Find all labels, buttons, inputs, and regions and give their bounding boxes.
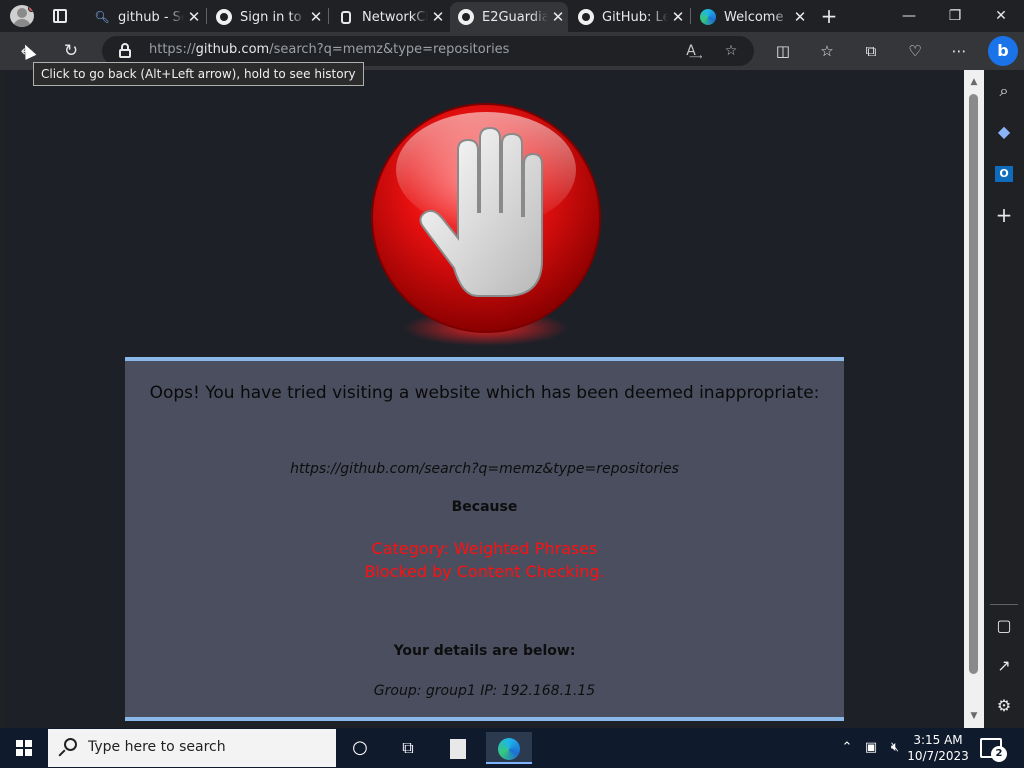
taskbar-clock[interactable]: 3:15 AM 10/7/2023 (904, 732, 972, 764)
github-icon (216, 9, 232, 25)
close-icon[interactable]: ✕ (184, 8, 204, 26)
collections-icon[interactable]: ⧉ (861, 41, 881, 61)
clock-time: 3:15 AM (913, 733, 963, 747)
volume-muted-icon[interactable]: 🔇︎ (884, 728, 906, 768)
add-sidebar-app-icon[interactable]: + (992, 203, 1016, 227)
tab-sign-in[interactable]: Sign in to GitHub ✕ (208, 2, 326, 32)
block-message-panel: Oops! You have tried visiting a website … (125, 357, 844, 721)
close-icon[interactable]: ✕ (668, 8, 688, 26)
file-explorer-icon[interactable] (438, 732, 478, 764)
refresh-button[interactable]: ↻ (61, 41, 81, 61)
tab-e2guardian[interactable]: E2Guardian ✕ (450, 2, 568, 32)
scroll-up-icon[interactable]: ▲ (964, 74, 984, 90)
clock-date: 10/7/2023 (907, 749, 969, 763)
scroll-down-icon[interactable]: ▼ (964, 708, 984, 724)
notification-badge: 2 (991, 746, 1007, 762)
tab-github-search[interactable]: 🔍︎ github - Search ✕ (86, 2, 204, 32)
stop-hand-icon (371, 103, 601, 346)
show-hidden-icons-icon[interactable]: ⌃ (838, 728, 856, 768)
task-view-icon[interactable]: ⧉ (388, 732, 428, 764)
close-icon[interactable]: ✕ (548, 8, 568, 26)
address-url[interactable]: https://github.com/search?q=memz&type=re… (149, 42, 509, 57)
copilot-icon[interactable]: ◆ (992, 120, 1016, 144)
browser-essentials-icon[interactable]: ♡ (905, 41, 925, 61)
scroll-thumb[interactable] (969, 94, 978, 674)
bing-copilot-icon[interactable]: b (988, 36, 1018, 66)
screen: 🔍︎ github - Search ✕ Sign in to GitHub ✕… (0, 0, 1024, 768)
github-icon (458, 9, 474, 25)
because-label: Because (451, 499, 518, 515)
sidebar-settings-icon[interactable]: ⚙ (992, 694, 1016, 718)
lock-icon[interactable] (119, 43, 131, 58)
back-tooltip: Click to go back (Alt+Left arrow), hold … (33, 62, 364, 86)
read-aloud-icon[interactable]: A͢ (682, 42, 700, 60)
settings-more-icon[interactable]: ⋯ (949, 41, 969, 61)
edge-sidebar: ⌕ ◆ O + ▢ ↗ ⚙ (984, 70, 1024, 728)
networkchuck-icon (338, 9, 354, 25)
block-heading: Oops! You have tried visiting a website … (149, 383, 820, 403)
favorites-icon[interactable]: ☆ (817, 41, 837, 61)
block-reason-category: Category: Weighted Phrases (371, 539, 598, 558)
outlook-icon[interactable]: O (992, 160, 1016, 184)
windows-taskbar: Type here to search ○ ⧉ ⌃ ▣ 🔇︎ 3:15 AM 1… (0, 728, 1024, 768)
search-placeholder: Type here to search (88, 739, 226, 755)
tab-title: NetworkChuck (362, 9, 428, 25)
tab-title: GitHub: Let's build (602, 9, 668, 25)
tab-title: E2Guardian (482, 9, 548, 25)
network-icon[interactable]: ▣ (860, 728, 882, 768)
blocked-url: https://github.com/search?q=memz&type=re… (290, 461, 679, 477)
details-info: Group: group1 IP: 192.168.1.15 (373, 683, 596, 699)
tab-title: Welcome (724, 9, 784, 25)
hide-sidebar-icon[interactable]: ▢ (992, 614, 1016, 638)
search-icon: 🔍︎ (94, 10, 110, 24)
tab-networkchuck[interactable]: NetworkChuck ✕ (330, 2, 448, 32)
profile-avatar[interactable] (10, 5, 34, 27)
close-icon[interactable]: ✕ (790, 8, 810, 26)
open-external-icon[interactable]: ↗ (992, 654, 1016, 678)
sidebar-divider (990, 604, 1018, 605)
details-label: Your details are below: (393, 643, 576, 659)
taskbar-search-box[interactable]: Type here to search (48, 729, 336, 767)
web-content: Oops! You have tried visiting a website … (4, 70, 964, 728)
cortana-icon[interactable]: ○ (340, 732, 380, 764)
tab-github-build[interactable]: GitHub: Let's build ✕ (570, 2, 688, 32)
edge-taskbar-icon[interactable] (486, 732, 532, 764)
close-icon[interactable]: ✕ (306, 8, 326, 26)
tab-strip: 🔍︎ github - Search ✕ Sign in to GitHub ✕… (0, 0, 1024, 32)
edge-icon (700, 9, 716, 25)
notifications-icon[interactable]: 2 (980, 738, 1007, 762)
block-reason-detail: Blocked by Content Checking. (364, 562, 605, 581)
tab-title: github - Search (118, 9, 184, 25)
split-screen-icon[interactable]: ◫ (773, 41, 793, 61)
tab-welcome[interactable]: Welcome ✕ (692, 2, 810, 32)
windows-start-icon[interactable] (16, 740, 32, 756)
restore-button[interactable]: ❐ (932, 0, 978, 32)
close-icon[interactable]: ✕ (428, 8, 448, 26)
minimize-button[interactable]: — (886, 0, 932, 32)
tab-title: Sign in to GitHub (240, 9, 306, 25)
new-tab-button[interactable]: + (818, 5, 840, 27)
close-window-button[interactable]: ✕ (978, 0, 1024, 32)
sidebar-search-icon[interactable]: ⌕ (992, 79, 1016, 103)
page-scrollbar[interactable]: ▲ ▼ (964, 70, 984, 728)
search-icon (58, 738, 80, 758)
favorite-star-icon[interactable]: ☆ (722, 42, 740, 60)
github-icon (578, 9, 594, 25)
tab-actions-icon[interactable] (50, 6, 70, 26)
